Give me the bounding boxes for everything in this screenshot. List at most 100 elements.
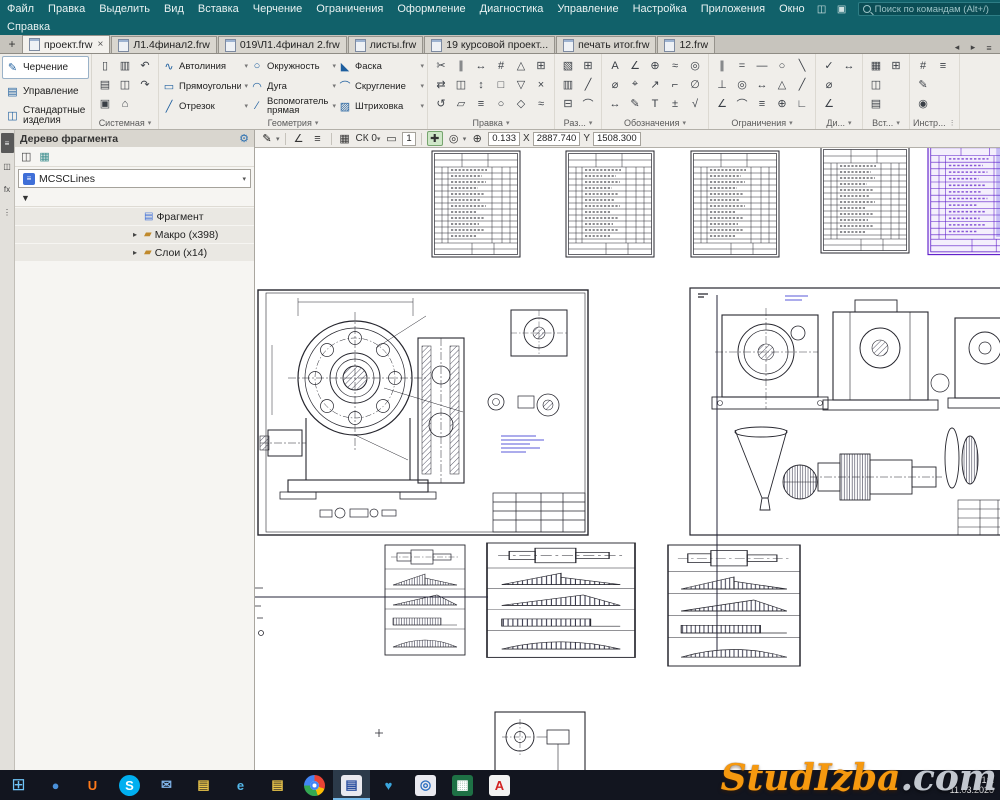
chevron-down-icon[interactable]: ▾ [332, 102, 336, 110]
ribbon-rail-tab[interactable]: ◫ Стандартные изделия [2, 104, 89, 127]
ribbon-tool-icon[interactable]: ⊞ [887, 57, 905, 74]
ribbon-tool-icon[interactable]: ↗ [646, 76, 664, 93]
skype-app-icon[interactable]: S [111, 770, 148, 800]
ribbon-tool-icon[interactable]: A [606, 57, 624, 74]
kompas-home-app-icon[interactable]: ♥ [370, 770, 407, 800]
menu-item[interactable]: Диагностика [473, 0, 551, 18]
ribbon-tool-icon[interactable]: ⌀ [606, 76, 624, 93]
ribbon-tool-icon[interactable]: ▥ [559, 76, 577, 93]
arrange-windows-icon[interactable]: ◫ [812, 4, 832, 15]
ribbon-tool-icon[interactable]: ⊕ [773, 95, 791, 112]
ribbon-tool-icon[interactable]: ± [666, 95, 684, 112]
ribbon-tool-icon[interactable]: ✂ [432, 57, 450, 74]
geometry-tool-button[interactable]: ▭ Прямоугольник ▾ [162, 76, 248, 96]
tree-panel-tab-icon[interactable]: ≡ [1, 133, 14, 153]
chevron-down-icon[interactable]: ▾ [315, 119, 319, 127]
ribbon-tool-icon[interactable]: ⊞ [579, 57, 597, 74]
ribbon-tool-icon[interactable]: √ [686, 95, 704, 112]
ribbon-tool-icon[interactable]: ⌒ [733, 95, 751, 112]
command-search[interactable] [858, 2, 1000, 16]
ribbon-tool-icon[interactable]: ✎ [626, 95, 644, 112]
menu-item[interactable]: Оформление [390, 0, 472, 18]
ubuntu-app-icon[interactable]: U [74, 770, 111, 800]
ribbon-tool-icon[interactable]: ◉ [914, 95, 932, 112]
ribbon-tool-icon[interactable]: ╱ [579, 76, 597, 93]
tab-close-icon[interactable]: × [97, 39, 103, 50]
ribbon-tool-icon[interactable]: ↔ [606, 95, 624, 112]
document-tab[interactable]: 12.frw × [657, 36, 715, 53]
document-tab[interactable]: 019\Л1.4финал 2.frw × [218, 36, 347, 53]
edge-marks[interactable] [255, 588, 383, 737]
ribbon-tool-icon[interactable]: ✎ [914, 76, 932, 93]
ribbon-tool-icon[interactable]: # [492, 57, 510, 74]
ribbon-tool-icon[interactable]: ◫ [867, 76, 885, 93]
ribbon-tool-icon[interactable]: — [753, 57, 771, 74]
more-panels-icon[interactable]: ⋮ [1, 202, 14, 222]
ribbon-tool-icon[interactable]: ⇄ [432, 76, 450, 93]
ribbon-tool-icon[interactable]: ↔ [753, 76, 771, 93]
ribbon-tool-icon[interactable]: ↕ [472, 76, 490, 93]
chevron-down-icon[interactable]: ▾ [242, 175, 246, 183]
zoom-in-icon[interactable]: ⊕ [469, 131, 485, 146]
ribbon-tool-icon[interactable]: ∠ [713, 95, 731, 112]
chevron-down-icon[interactable]: ▾ [148, 119, 152, 127]
ribbon-tool-icon[interactable]: ↷ [136, 76, 154, 93]
ribbon-tool-icon[interactable]: ◫ [116, 76, 134, 93]
geometry-tool-button[interactable]: ∿ Автолиния ▾ [162, 56, 248, 76]
ribbon-rail-tab[interactable]: ✎ Черчение [2, 56, 89, 79]
ribbon-tool-icon[interactable]: ⊥ [713, 76, 731, 93]
spec-sheet-drawing-selected[interactable] [928, 148, 1000, 255]
chevron-down-icon[interactable]: ▾ [276, 135, 280, 143]
geometry-tool-button[interactable]: ╱ Отрезок ▾ [162, 96, 248, 116]
ribbon-tool-icon[interactable]: ▥ [116, 57, 134, 74]
new-tab-button[interactable]: + [4, 36, 20, 52]
ribbon-tool-icon[interactable]: ∥ [452, 57, 470, 74]
tab-list-icon[interactable]: ≡ [982, 43, 996, 53]
ribbon-tool-icon[interactable]: ∟ [793, 95, 811, 112]
folder-icon[interactable]: ▤ [259, 770, 296, 800]
start-button[interactable]: ⊞ [0, 770, 37, 800]
angle-snap-icon[interactable]: ∠ [291, 131, 307, 146]
document-tab[interactable]: Л1.4финал2.frw × [111, 36, 217, 53]
ribbon-tool-icon[interactable]: ◇ [512, 95, 530, 112]
chevron-down-icon[interactable]: ▾ [244, 102, 248, 110]
ribbon-tool-icon[interactable]: ⌐ [666, 76, 684, 93]
menu-item[interactable]: Вид [157, 0, 191, 18]
ribbon-tool-icon[interactable]: ▤ [96, 76, 114, 93]
chevron-down-icon[interactable]: ▾ [244, 82, 248, 90]
spreadsheet-app-icon[interactable]: ▦ [444, 770, 481, 800]
shaft-diagram-sheet[interactable] [668, 545, 800, 666]
document-tab[interactable]: проект.frw × [22, 35, 110, 53]
chrome-browser-icon[interactable] [296, 770, 333, 800]
scale-field[interactable]: 1 [402, 132, 415, 146]
menu-item[interactable]: Правка [41, 0, 92, 18]
chevron-down-icon[interactable]: ▾ [420, 102, 424, 110]
expand-arrow-icon[interactable]: ▸ [133, 248, 141, 257]
drawing-canvas[interactable] [255, 148, 1000, 770]
taskbar-clock[interactable]: 21:1 11.03.2020 [950, 770, 1000, 800]
y-coordinate-field[interactable]: 1508.300 [593, 132, 641, 146]
ribbon-tool-icon[interactable]: ▧ [559, 57, 577, 74]
chevron-down-icon[interactable]: ▾ [848, 119, 852, 127]
tree-item[interactable]: ▤ Фрагмент [15, 208, 254, 225]
coordinate-system-dropdown[interactable]: СК 0▾ [356, 133, 381, 144]
menu-item[interactable]: Файл [0, 0, 41, 18]
document-tab[interactable]: печать итог.frw × [556, 36, 656, 53]
chevron-down-icon[interactable]: ▾ [589, 119, 593, 127]
ribbon-tool-icon[interactable]: ≡ [472, 95, 490, 112]
menu-item[interactable]: Окно [772, 0, 812, 18]
chevron-down-icon[interactable]: ▾ [463, 135, 467, 143]
ribbon-tool-icon[interactable]: △ [512, 57, 530, 74]
shaft-diagram-sheet[interactable] [385, 545, 465, 655]
folder-icon[interactable]: ▤ [185, 770, 222, 800]
document-tab[interactable]: 19 курсовой проект... × [424, 36, 555, 53]
ribbon-tool-icon[interactable]: ▣ [96, 95, 114, 112]
style-pencil-icon[interactable]: ✎ [259, 131, 275, 146]
shaft-diagram-sheet[interactable] [487, 543, 635, 657]
ruler-icon[interactable]: ▭ [383, 131, 399, 146]
ribbon-tool-icon[interactable]: ▱ [452, 95, 470, 112]
geometry-tool-button[interactable]: ∕ Вспомогательная прямая ▾ [250, 96, 336, 116]
chevron-down-icon[interactable]: ▾ [683, 119, 687, 127]
expand-arrow-icon[interactable]: ▸ [133, 230, 141, 239]
ribbon-rail-tab[interactable]: ▤ Управление [2, 80, 89, 103]
